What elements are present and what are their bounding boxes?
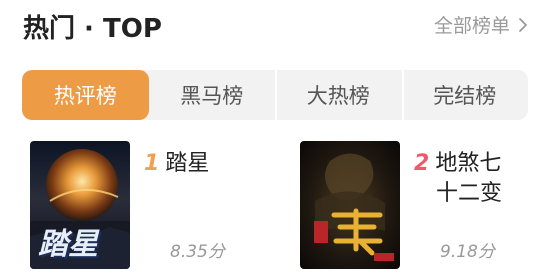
book-score: 9.18分: [440, 242, 495, 262]
book-title[interactable]: 踏星: [165, 149, 209, 179]
chevron-right-icon: [519, 17, 527, 32]
all-rankings-link[interactable]: 全部榜单: [434, 11, 528, 38]
rank-number: 2: [414, 151, 430, 176]
book-info-1: 1 踏星: [144, 149, 274, 179]
book-title[interactable]: 地煞七: [435, 149, 501, 179]
tab-dark-horse[interactable]: 黑马榜: [149, 70, 276, 120]
ranking-tabs: 热评榜 黑马榜 大热榜 完结榜: [22, 70, 528, 120]
section-header: 热门 · TOP 全部榜单: [0, 0, 550, 50]
book-cover-1[interactable]: 踏星: [30, 141, 130, 269]
book-cover-title-1: 踏星: [38, 227, 98, 262]
book-item-2[interactable]: 2 地煞七 十二变 9.18分: [300, 141, 545, 271]
book-title-continued[interactable]: 十二变: [414, 179, 544, 209]
book-cover-2[interactable]: [300, 141, 400, 269]
tab-trending[interactable]: 大热榜: [275, 70, 402, 120]
tab-completed[interactable]: 完结榜: [401, 70, 529, 120]
section-title: 热门 · TOP: [23, 14, 162, 44]
book-item-1[interactable]: 踏星 1 踏星 8.35分: [30, 141, 275, 271]
rank-number: 1: [144, 151, 160, 176]
book-cover-author-tag: [374, 253, 394, 261]
book-cover-image-2: [300, 141, 400, 269]
book-score: 8.35分: [170, 242, 225, 262]
all-rankings-label: 全部榜单: [433, 15, 510, 37]
book-info-2: 2 地煞七 十二变: [414, 149, 544, 209]
tab-hot-review[interactable]: 热评榜: [22, 70, 149, 120]
